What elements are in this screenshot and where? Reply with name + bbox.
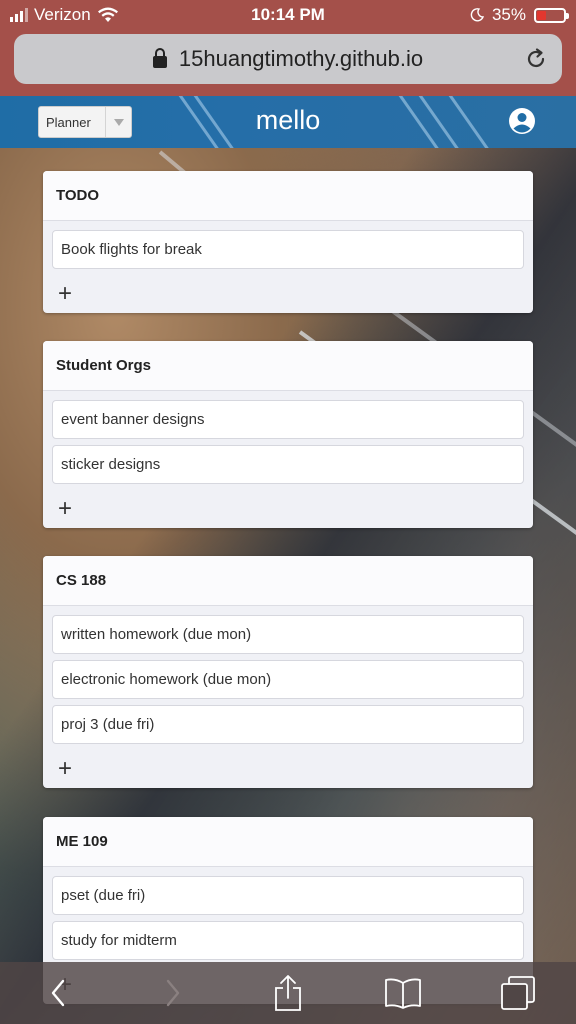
url-text: 15huangtimothy.github.io	[178, 46, 424, 71]
card[interactable]: written homework (due mon)	[52, 615, 524, 654]
card[interactable]: event banner designs	[52, 400, 524, 439]
status-bar: Verizon 10:14 PM 35%	[0, 0, 576, 30]
list-student-orgs: Student Orgs event banner designs sticke…	[43, 341, 533, 528]
forward-button[interactable]	[143, 968, 203, 1018]
carrier-label: Verizon	[34, 5, 91, 24]
list-title[interactable]: TODO	[43, 171, 533, 221]
lock-icon	[152, 48, 167, 68]
signal-icon	[10, 8, 28, 22]
add-card-button[interactable]: +	[43, 490, 533, 528]
add-card-button[interactable]: +	[43, 275, 533, 313]
battery-percent: 35%	[491, 5, 526, 24]
share-button[interactable]	[258, 968, 318, 1018]
bookmarks-button[interactable]	[373, 968, 433, 1018]
moon-icon	[470, 8, 484, 22]
user-circle-icon[interactable]	[508, 107, 536, 135]
list-title[interactable]: CS 188	[43, 556, 533, 606]
chevron-right-icon	[166, 979, 179, 1007]
chevron-left-icon	[51, 979, 64, 1007]
card[interactable]: proj 3 (due fri)	[52, 705, 524, 744]
add-card-button[interactable]: +	[43, 750, 533, 788]
battery-fill	[537, 10, 546, 20]
card[interactable]: electronic homework (due mon)	[52, 660, 524, 699]
app-header: Planner mello	[0, 96, 576, 148]
list-title[interactable]: Student Orgs	[43, 341, 533, 391]
card[interactable]: pset (due fri)	[52, 876, 524, 915]
card[interactable]: Book flights for break	[52, 230, 524, 269]
back-button[interactable]	[28, 968, 88, 1018]
tabs-button[interactable]	[488, 968, 548, 1018]
board-select[interactable]: Planner	[38, 106, 132, 138]
share-icon	[275, 975, 301, 1011]
card[interactable]: sticker designs	[52, 445, 524, 484]
book-icon	[385, 978, 422, 1009]
card[interactable]: study for midterm	[52, 921, 524, 960]
address-bar[interactable]: 15huangtimothy.github.io	[14, 34, 562, 84]
list-cs-188: CS 188 written homework (due mon) electr…	[43, 556, 533, 788]
browser-toolbar	[0, 962, 576, 1024]
tabs-icon	[501, 976, 536, 1010]
list-title[interactable]: ME 109	[43, 817, 533, 867]
chevron-down-icon	[105, 107, 131, 137]
wifi-icon	[97, 7, 118, 22]
list-todo: TODO Book flights for break +	[43, 171, 533, 313]
board-select-value: Planner	[46, 114, 91, 130]
reload-icon[interactable]	[524, 47, 548, 71]
browser-url-area: 15huangtimothy.github.io	[0, 30, 576, 96]
battery-icon	[534, 7, 569, 23]
